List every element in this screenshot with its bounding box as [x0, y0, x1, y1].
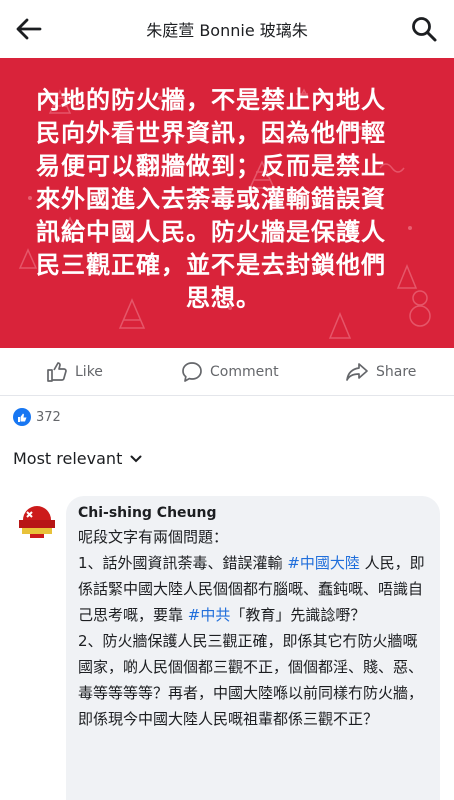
comment-text: 呢段文字有兩個問題： 1、話外國資訊荼毒、錯誤灌輸 #中國大陸 人民，即係話緊中…: [78, 524, 428, 732]
post-image-line: 民三觀正確，並不是去封鎖他們: [36, 250, 386, 279]
share-button[interactable]: Share: [345, 358, 416, 386]
hashtag-link[interactable]: #中國大陸: [287, 554, 360, 572]
hashtag-link[interactable]: #中共: [188, 606, 231, 624]
comment-bubble-icon: [182, 362, 202, 382]
post-action-bar: Like Comment Share: [0, 348, 454, 396]
like-label: Like: [75, 364, 103, 380]
post-image[interactable]: 內地的防火牆，不是禁止內地人 民向外看世界資訊，因為他們輕 易便可以翻牆做到；反…: [0, 58, 454, 348]
like-reaction-icon: [13, 408, 31, 426]
comment-text-segment: 1、話外國資訊荼毒、錯誤灌輸: [78, 554, 288, 572]
comment-paragraph-1: 1、話外國資訊荼毒、錯誤灌輸 #中國大陸 人民，即係話緊中國大陸人民個個都冇腦嘅…: [78, 550, 428, 628]
post-image-line: 易便可以翻牆做到；反而是禁止: [36, 151, 386, 180]
thumbs-up-icon: [47, 362, 67, 382]
like-button[interactable]: Like: [46, 358, 103, 386]
sort-label: Most relevant: [13, 449, 123, 468]
comment-paragraph-2: 2、防火牆保護人民三觀正確，即係其它冇防火牆嘅國家，啲人民個個都三觀不正，個個都…: [78, 632, 424, 728]
share-arrow-icon: [346, 363, 368, 381]
reaction-count: 372: [36, 409, 61, 425]
reaction-summary[interactable]: 372: [13, 406, 61, 428]
post-image-line: 民向外看世界資訊，因為他們輕: [36, 118, 386, 147]
page-title: 朱庭萱 Bonnie 玻璃朱: [146, 21, 308, 40]
comment-label: Comment: [210, 364, 279, 380]
comment-sort-dropdown[interactable]: Most relevant: [13, 449, 142, 468]
avatar[interactable]: [13, 498, 61, 546]
comment-bubble: Chi-shing Cheung 呢段文字有兩個問題： 1、話外國資訊荼毒、錯誤…: [66, 496, 440, 800]
comment-text-segment: 「教育」先識諗嘢？: [230, 606, 366, 624]
post-image-line: 內地的防火牆，不是禁止內地人: [36, 85, 386, 114]
post-image-line: 訊給中國人民。防火牆是保護人: [36, 217, 386, 246]
top-bar: 朱庭萱 Bonnie 玻璃朱: [0, 0, 454, 58]
search-icon: [412, 17, 437, 42]
post-image-text: 內地的防火牆，不是禁止內地人 民向外看世界資訊，因為他們輕 易便可以翻牆做到；反…: [36, 83, 426, 314]
post-image-line: 思想。: [186, 283, 261, 312]
comment-button[interactable]: Comment: [181, 358, 279, 386]
commenter-avatar-image: [13, 498, 61, 546]
chevron-down-icon: [130, 455, 142, 462]
post-image-line: 來外國進入去荼毒或灌輸錯誤資: [36, 184, 386, 213]
comment-author-name[interactable]: Chi-shing Cheung: [78, 505, 428, 521]
share-label: Share: [376, 364, 417, 380]
search-button[interactable]: [410, 15, 438, 43]
comment-intro: 呢段文字有兩個問題：: [78, 528, 229, 546]
